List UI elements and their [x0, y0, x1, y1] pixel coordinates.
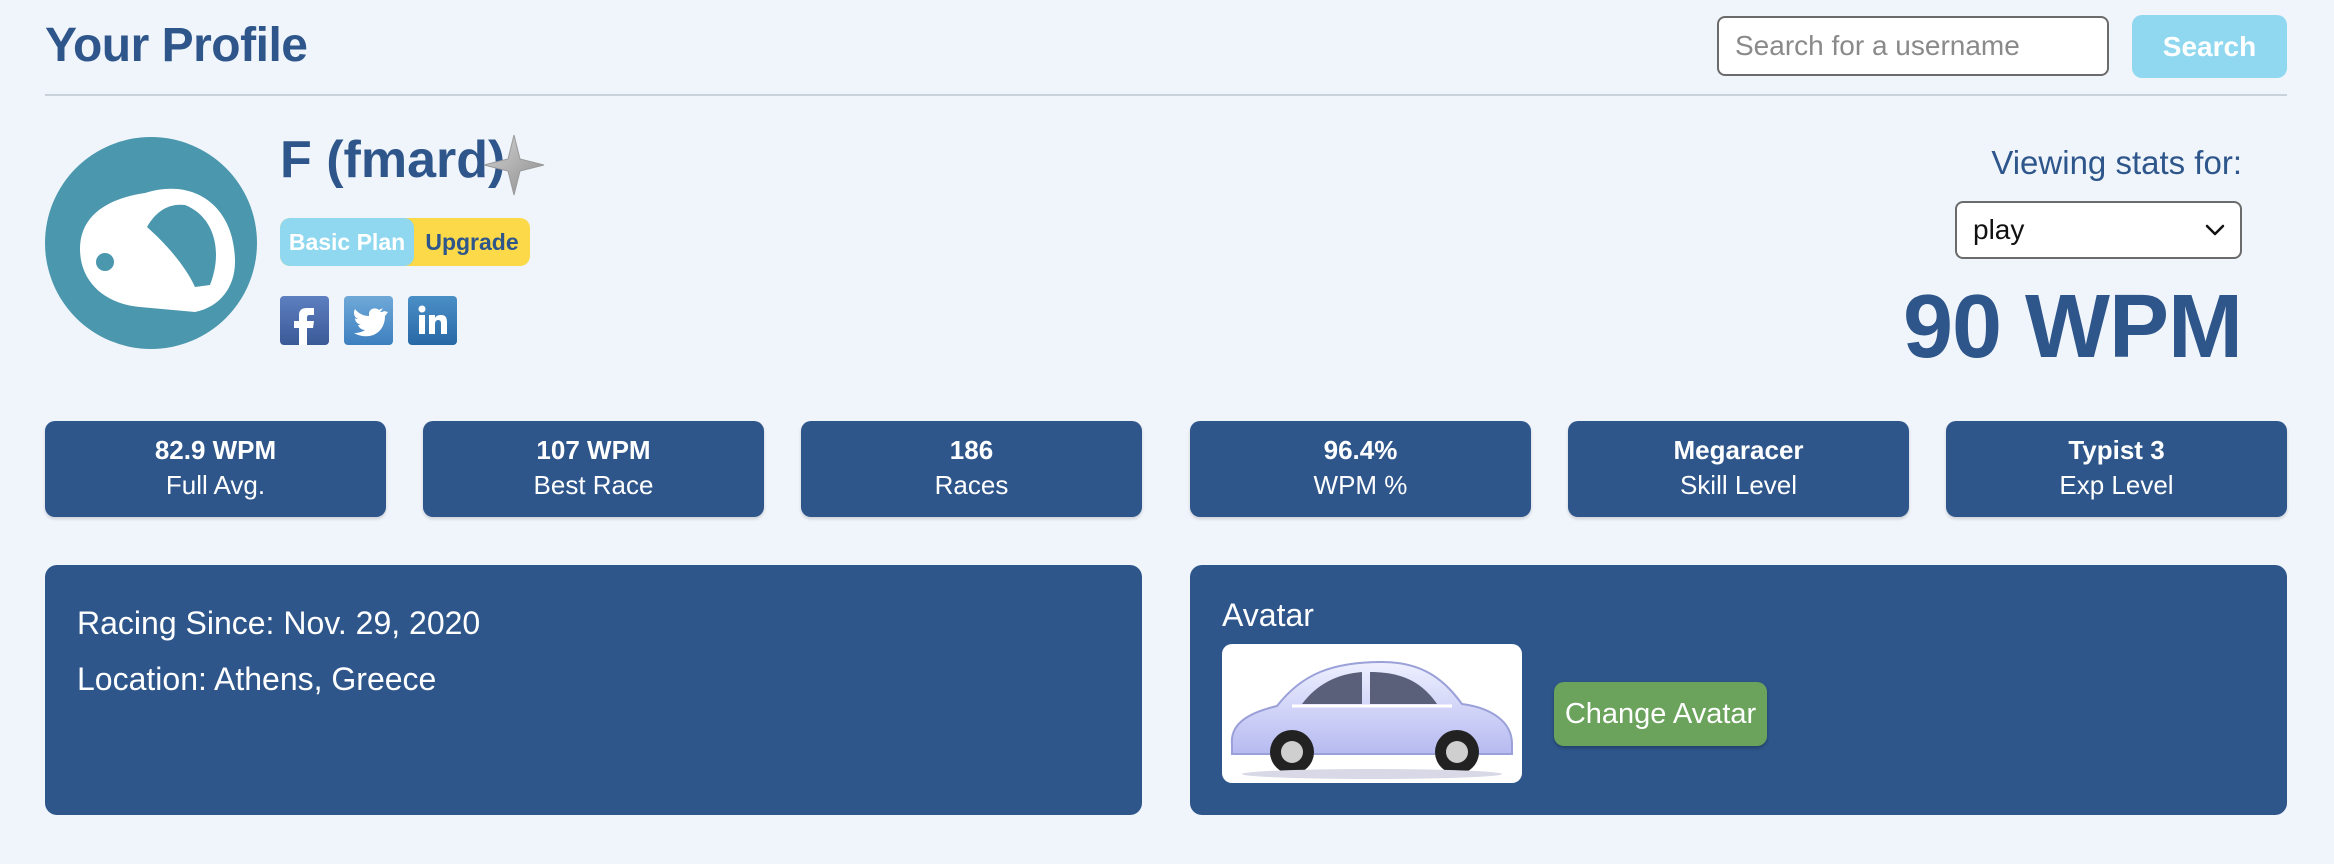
twitter-icon	[354, 308, 388, 337]
stats-mode-value: play	[1973, 214, 2025, 245]
stat-card-wpm-percent: 96.4% WPM %	[1190, 421, 1531, 517]
viewing-stats-label: Viewing stats for:	[1991, 144, 2242, 181]
stat-label: Full Avg.	[165, 470, 266, 500]
stat-value: 186	[949, 435, 994, 465]
facebook-share-link[interactable]	[280, 296, 329, 345]
avatar-panel-title: Avatar	[1222, 597, 1314, 633]
stat-card-skill-level: Megaracer Skill Level	[1568, 421, 1909, 517]
search-button[interactable]: Search	[2132, 15, 2287, 78]
racing-since: Racing Since: Nov. 29, 2020	[77, 605, 481, 641]
stat-value: 107 WPM	[536, 435, 651, 465]
stat-value: 82.9 WPM	[154, 435, 277, 465]
facebook-icon	[294, 308, 314, 345]
current-wpm: 90 WPM	[1700, 272, 2243, 382]
plan-badge: Upgrade Basic Plan	[280, 218, 530, 266]
car-icon	[1230, 660, 1513, 779]
stat-label: Best Race	[533, 470, 654, 500]
twitter-share-link[interactable]	[344, 296, 393, 345]
stats-mode-select[interactable]: play	[1955, 201, 2242, 259]
stat-value: 96.4%	[1323, 435, 1398, 465]
page-header: Your Profile Search	[45, 0, 2287, 96]
stat-card-best-race: 107 WPM Best Race	[423, 421, 764, 517]
stat-value: Typist 3	[2068, 435, 2165, 465]
stat-card-races: 186 Races	[801, 421, 1142, 517]
stat-value: Megaracer	[1673, 435, 1804, 465]
chevron-down-icon	[2205, 224, 2225, 236]
stat-label: Exp Level	[2059, 470, 2174, 500]
basic-plan-label: Basic Plan	[280, 218, 414, 266]
profile-avatar	[45, 137, 257, 349]
profile-info-panel: Racing Since: Nov. 29, 2020 Location: At…	[45, 565, 1142, 815]
upgrade-link[interactable]: Upgrade	[414, 218, 530, 266]
linkedin-share-link[interactable]	[408, 296, 457, 345]
stat-label: Skill Level	[1679, 470, 1798, 500]
stat-label: WPM %	[1313, 470, 1408, 500]
helmet-icon	[80, 188, 235, 312]
avatar-panel: Avatar Change Avatar	[1190, 565, 2287, 815]
car-avatar-image	[1222, 644, 1522, 783]
page-title: Your Profile	[45, 19, 308, 72]
username-search-input[interactable]	[1717, 16, 2109, 76]
star-icon	[483, 134, 545, 196]
stat-card-exp-level: Typist 3 Exp Level	[1946, 421, 2287, 517]
stat-card-full-avg: 82.9 WPM Full Avg.	[45, 421, 386, 517]
stat-label: Races	[934, 470, 1009, 500]
current-wpm-value: 90 WPM	[1902, 277, 2243, 377]
display-name: F (fmard)	[280, 131, 506, 189]
linkedin-icon	[418, 305, 447, 334]
change-avatar-button[interactable]: Change Avatar	[1554, 682, 1767, 746]
location: Location: Athens, Greece	[77, 661, 437, 697]
